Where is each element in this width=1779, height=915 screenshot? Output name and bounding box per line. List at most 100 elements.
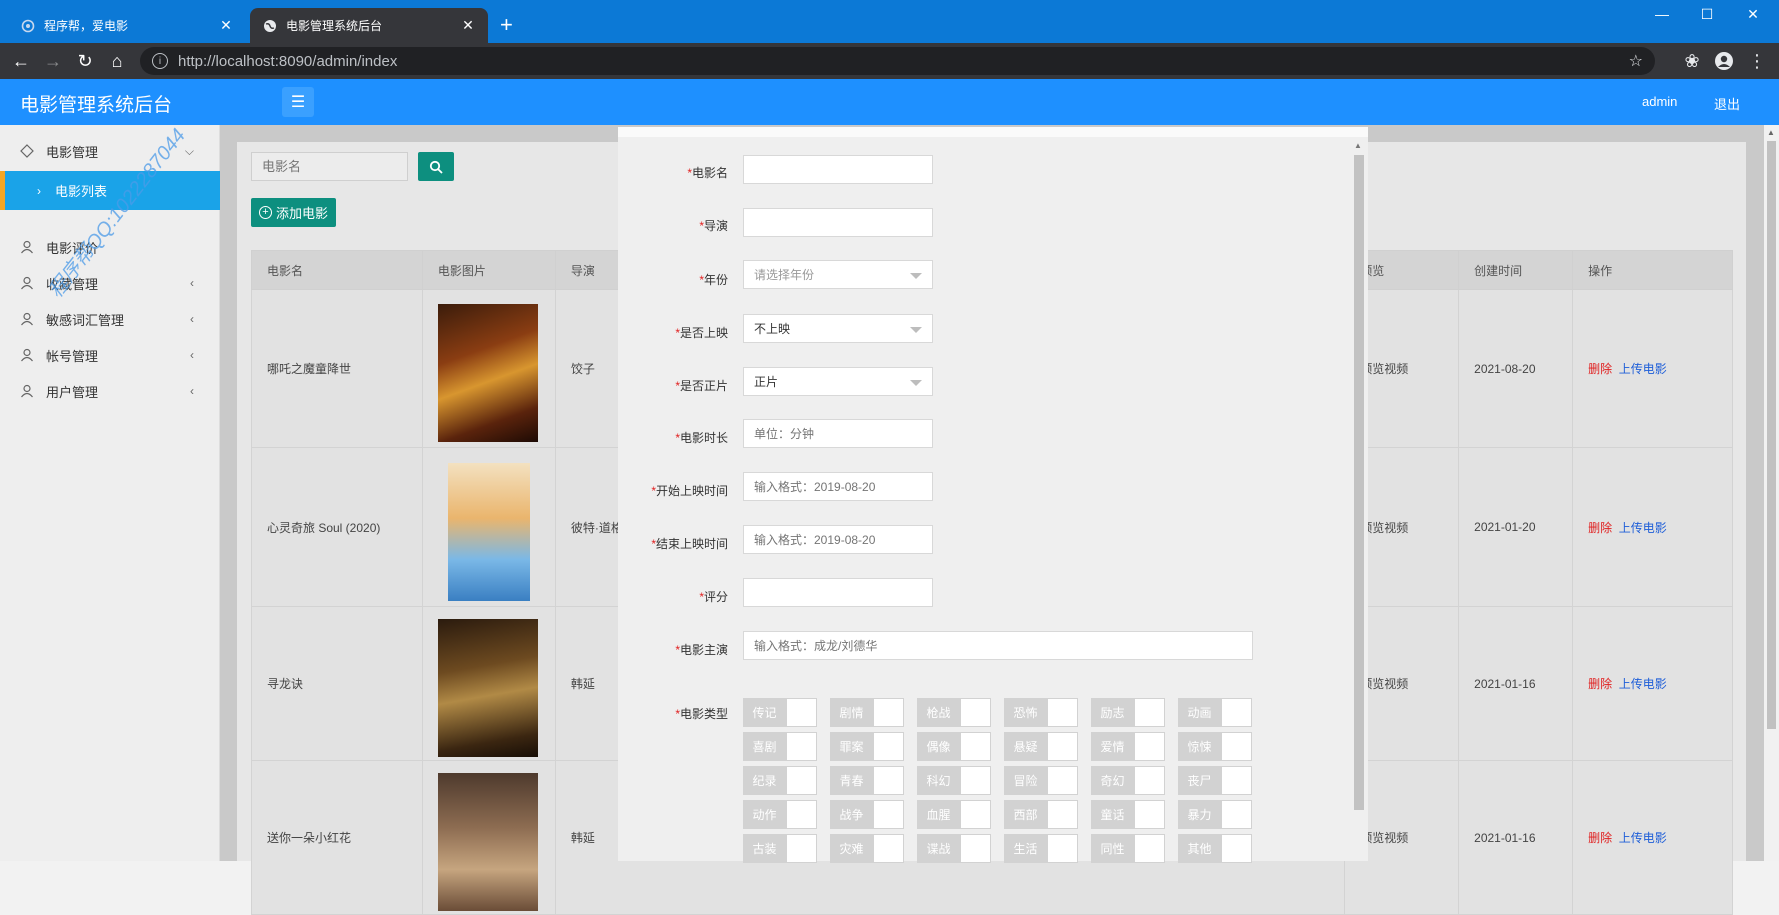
profile-avatar-icon[interactable] <box>1713 51 1735 76</box>
home-icon[interactable]: ⌂ <box>106 51 128 71</box>
genre-checkbox[interactable]: 传记 <box>743 698 817 727</box>
checkbox-box[interactable] <box>1134 732 1165 761</box>
movie-poster[interactable] <box>437 304 538 442</box>
genre-checkbox[interactable]: 战争 <box>830 800 904 829</box>
modal-scrollbar[interactable]: ▲ <box>1351 139 1366 861</box>
genre-checkbox[interactable]: 悬疑 <box>1004 732 1078 761</box>
cast-input[interactable] <box>743 631 1253 660</box>
browser-tab-1[interactable]: 程序帮，爱电影 ✕ <box>8 8 246 43</box>
browser-menu-icon[interactable]: ⋮ <box>1746 51 1768 72</box>
checkbox-box[interactable] <box>786 732 817 761</box>
delete-link[interactable]: 删除 <box>1588 677 1612 691</box>
checkbox-box[interactable] <box>873 766 904 795</box>
year-select[interactable]: 请选择年份 <box>743 260 933 289</box>
checkbox-box[interactable] <box>1221 800 1252 829</box>
checkbox-box[interactable] <box>1134 698 1165 727</box>
genre-checkbox[interactable]: 古装 <box>743 834 817 863</box>
duration-input[interactable] <box>743 419 933 448</box>
checkbox-box[interactable] <box>1047 732 1078 761</box>
extensions-icon[interactable]: ❀ <box>1681 51 1703 72</box>
add-movie-button[interactable]: + 添加电影 <box>251 198 336 227</box>
movie-search-input[interactable] <box>251 152 408 181</box>
genre-checkbox[interactable]: 罪案 <box>830 732 904 761</box>
genre-checkbox[interactable]: 动作 <box>743 800 817 829</box>
checkbox-box[interactable] <box>786 698 817 727</box>
sidebar-item-accounts[interactable]: 帐号管理 ‹ <box>0 337 220 373</box>
checkbox-box[interactable] <box>1221 732 1252 761</box>
new-tab-button[interactable]: + <box>500 14 513 36</box>
sidebar-item-sensitive-words[interactable]: 敏感词汇管理 ‹ <box>0 301 220 337</box>
movie-name-input[interactable] <box>743 155 933 184</box>
genre-checkbox[interactable]: 血腥 <box>917 800 991 829</box>
delete-link[interactable]: 删除 <box>1588 831 1612 845</box>
checkbox-box[interactable] <box>960 766 991 795</box>
movie-poster[interactable] <box>447 462 530 601</box>
released-select[interactable]: 不上映 <box>743 314 933 343</box>
page-scrollbar[interactable]: ▲ <box>1764 125 1779 861</box>
checkbox-box[interactable] <box>1047 834 1078 863</box>
movie-poster[interactable] <box>437 619 538 757</box>
genre-checkbox[interactable]: 西部 <box>1004 800 1078 829</box>
sidebar-item-users[interactable]: 用户管理 ‹ <box>0 373 220 409</box>
genre-checkbox[interactable]: 剧情 <box>830 698 904 727</box>
checkbox-box[interactable] <box>1134 834 1165 863</box>
current-user[interactable]: admin <box>1642 94 1677 109</box>
genre-checkbox[interactable]: 丧尸 <box>1178 766 1252 795</box>
genre-checkbox[interactable]: 冒险 <box>1004 766 1078 795</box>
genre-checkbox[interactable]: 童话 <box>1091 800 1165 829</box>
scroll-up-icon[interactable]: ▲ <box>1354 141 1362 150</box>
delete-link[interactable]: 删除 <box>1588 521 1612 535</box>
feature-select[interactable]: 正片 <box>743 367 933 396</box>
upload-movie-link[interactable]: 上传电影 <box>1619 677 1667 691</box>
checkbox-box[interactable] <box>1221 834 1252 863</box>
checkbox-box[interactable] <box>960 732 991 761</box>
genre-checkbox[interactable]: 同性 <box>1091 834 1165 863</box>
minimize-icon[interactable]: — <box>1652 6 1672 22</box>
end-date-input[interactable] <box>743 525 933 554</box>
checkbox-box[interactable] <box>786 800 817 829</box>
genre-checkbox[interactable]: 恐怖 <box>1004 698 1078 727</box>
reload-icon[interactable]: ↻ <box>74 51 96 71</box>
start-date-input[interactable] <box>743 472 933 501</box>
tab-close-icon[interactable]: ✕ <box>218 17 234 34</box>
maximize-icon[interactable]: ☐ <box>1697 6 1717 23</box>
close-window-icon[interactable]: ✕ <box>1743 6 1763 23</box>
director-input[interactable] <box>743 208 933 237</box>
tab-close-icon[interactable]: ✕ <box>460 17 476 34</box>
genre-checkbox[interactable]: 其他 <box>1178 834 1252 863</box>
address-bar[interactable]: i http://localhost:8090/admin/index ☆ <box>140 47 1655 75</box>
genre-checkbox[interactable]: 枪战 <box>917 698 991 727</box>
genre-checkbox[interactable]: 青春 <box>830 766 904 795</box>
genre-checkbox[interactable]: 爱情 <box>1091 732 1165 761</box>
genre-checkbox[interactable]: 奇幻 <box>1091 766 1165 795</box>
menu-toggle-icon[interactable]: ☰ <box>282 87 314 117</box>
back-icon[interactable]: ← <box>10 51 32 71</box>
checkbox-box[interactable] <box>873 698 904 727</box>
checkbox-box[interactable] <box>960 834 991 863</box>
checkbox-box[interactable] <box>1047 698 1078 727</box>
movie-poster[interactable] <box>437 773 538 911</box>
browser-tab-2[interactable]: 电影管理系统后台 ✕ <box>250 8 488 43</box>
upload-movie-link[interactable]: 上传电影 <box>1619 831 1667 845</box>
checkbox-box[interactable] <box>1134 766 1165 795</box>
scrollbar-thumb[interactable] <box>1354 155 1364 810</box>
checkbox-box[interactable] <box>1221 766 1252 795</box>
site-info-icon[interactable]: i <box>152 53 168 69</box>
genre-checkbox[interactable]: 灾难 <box>830 834 904 863</box>
checkbox-box[interactable] <box>1047 766 1078 795</box>
upload-movie-link[interactable]: 上传电影 <box>1619 362 1667 376</box>
checkbox-box[interactable] <box>1047 800 1078 829</box>
checkbox-box[interactable] <box>1221 698 1252 727</box>
genre-checkbox[interactable]: 生活 <box>1004 834 1078 863</box>
delete-link[interactable]: 删除 <box>1588 362 1612 376</box>
sidebar-item-favorites[interactable]: 收藏管理 ‹ <box>0 265 220 301</box>
checkbox-box[interactable] <box>786 834 817 863</box>
scroll-up-icon[interactable]: ▲ <box>1767 128 1775 137</box>
genre-checkbox[interactable]: 喜剧 <box>743 732 817 761</box>
checkbox-box[interactable] <box>873 732 904 761</box>
genre-checkbox[interactable]: 暴力 <box>1178 800 1252 829</box>
genre-checkbox[interactable]: 偶像 <box>917 732 991 761</box>
bookmark-star-icon[interactable]: ☆ <box>1629 51 1643 71</box>
genre-checkbox[interactable]: 惊悚 <box>1178 732 1252 761</box>
genre-checkbox[interactable]: 纪录 <box>743 766 817 795</box>
